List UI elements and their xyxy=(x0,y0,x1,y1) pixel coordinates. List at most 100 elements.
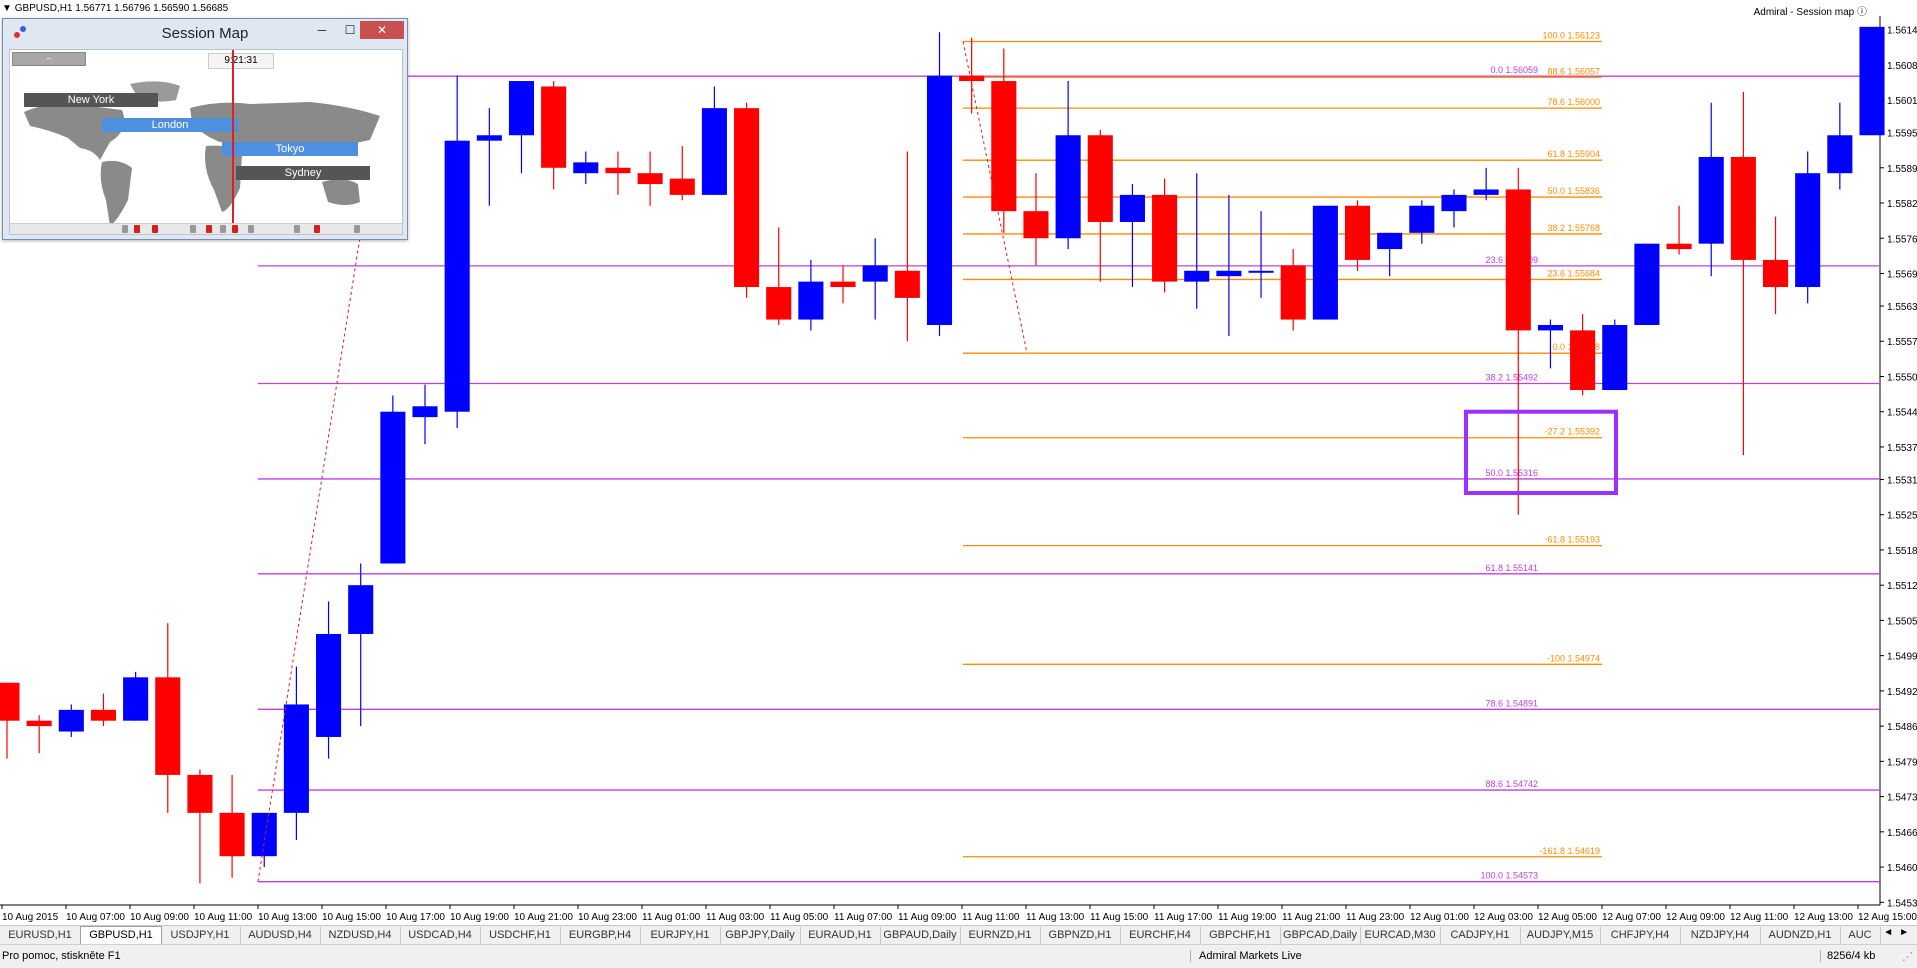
tab-nzdjpy-h4[interactable]: NZDJPY,H4 xyxy=(1680,927,1761,944)
fib-level-label: 100.0 1.56123 xyxy=(1542,30,1600,40)
y-tick-label: 1.54665 xyxy=(1887,828,1917,839)
y-tick-label: 1.54730 xyxy=(1887,793,1917,804)
close-button[interactable]: ✕ xyxy=(360,21,404,39)
tab-gbpaud-daily[interactable]: GBPAUD,Daily xyxy=(880,927,961,944)
candle-body xyxy=(444,140,470,412)
tab-gbpcad-daily[interactable]: GBPCAD,Daily xyxy=(1280,927,1361,944)
tab-audusd-h4[interactable]: AUDUSD,H4 xyxy=(240,927,321,944)
x-tick-label: 10 Aug 23:00 xyxy=(578,912,637,923)
candle-body xyxy=(1827,135,1853,174)
tab-chfjpy-h4[interactable]: CHFJPY,H4 xyxy=(1600,927,1681,944)
fib-level-label: 0.0 1.56059 xyxy=(1490,65,1538,75)
tab-audjpy-m15[interactable]: AUDJPY,M15 xyxy=(1520,927,1601,944)
y-tick-label: 1.55570 xyxy=(1887,337,1917,348)
y-tick-label: 1.55635 xyxy=(1887,302,1917,313)
x-tick-label: 12 Aug 03:00 xyxy=(1474,912,1533,923)
candle-body xyxy=(1280,265,1306,320)
candle-body xyxy=(637,173,663,185)
session-map-titlebar[interactable]: Session Map ─ ☐ ✕ xyxy=(3,19,407,47)
map-minimize-bar[interactable]: – xyxy=(12,52,86,66)
x-tick-label: 11 Aug 05:00 xyxy=(770,912,829,923)
candle-body xyxy=(959,75,985,82)
candle-body xyxy=(155,677,181,775)
session-sydney: Sydney xyxy=(236,166,370,180)
tab-gbpnzd-h1[interactable]: GBPNZD,H1 xyxy=(1040,927,1121,944)
y-tick-label: 1.55055 xyxy=(1887,616,1917,627)
resize-grip-icon[interactable]: ⋰ xyxy=(1902,950,1913,963)
tab-gbpchf-h1[interactable]: GBPCHF,H1 xyxy=(1200,927,1281,944)
candle-body xyxy=(1634,243,1660,325)
x-tick-label: 11 Aug 13:00 xyxy=(1026,912,1085,923)
candle-body xyxy=(123,677,149,721)
y-tick-label: 1.55315 xyxy=(1887,475,1917,486)
fib-level-label: 38.2 1.55492 xyxy=(1485,373,1538,383)
world-map-panel: – 9:21:31 New York London Tokyo Sydney xyxy=(9,49,403,235)
candle-body xyxy=(26,720,52,727)
candle-body xyxy=(1570,330,1596,391)
candle-body xyxy=(830,281,856,288)
fib-level-label: 50.0 1.55836 xyxy=(1547,186,1600,196)
candle-body xyxy=(1055,135,1081,239)
timeline-marker xyxy=(248,225,254,233)
candle-body xyxy=(1698,156,1724,244)
fib-level-label: 38.2 1.55768 xyxy=(1547,223,1600,233)
session-clock: 9:21:31 xyxy=(208,53,274,69)
candle-body xyxy=(1119,194,1145,222)
session-map-window[interactable]: Session Map ─ ☐ ✕ – 9:21:31 New York Lon… xyxy=(2,18,408,240)
candle-body xyxy=(1473,189,1499,195)
tab-eurnzd-h1[interactable]: EURNZD,H1 xyxy=(960,927,1041,944)
tab-eurusd-h1[interactable]: EURUSD,H1 xyxy=(0,927,81,944)
tab-eurjpy-h1[interactable]: EURJPY,H1 xyxy=(640,927,721,944)
y-tick-label: 1.56145 xyxy=(1887,26,1917,37)
current-time-marker xyxy=(232,50,234,234)
trend-line xyxy=(257,205,366,882)
x-tick-label: 10 Aug 15:00 xyxy=(322,912,381,923)
candle-body xyxy=(541,86,567,168)
tab-nzdusd-h4[interactable]: NZDUSD,H4 xyxy=(320,927,401,944)
y-tick-label: 1.55375 xyxy=(1887,443,1917,454)
tab-usdchf-h1[interactable]: USDCHF,H1 xyxy=(480,927,561,944)
candle-body xyxy=(187,774,213,813)
tab-auc[interactable]: AUC xyxy=(1840,927,1881,944)
x-tick-label: 12 Aug 13:00 xyxy=(1794,912,1853,923)
indicator-label: Admiral - Session map ⓘ xyxy=(1754,3,1867,18)
x-tick-label: 10 Aug 13:00 xyxy=(258,912,317,923)
candle-body xyxy=(1859,26,1885,136)
candle-body xyxy=(251,812,277,857)
tab-eurcad-m30[interactable]: EURCAD,M30 xyxy=(1360,927,1441,944)
tab-cadjpy-h1[interactable]: CADJPY,H1 xyxy=(1440,927,1521,944)
x-tick-label: 10 Aug 21:00 xyxy=(514,912,573,923)
help-icon[interactable]: ⓘ xyxy=(1857,7,1867,18)
candle-body xyxy=(1344,205,1371,260)
y-tick-label: 1.54795 xyxy=(1887,757,1917,768)
x-tick-label: 11 Aug 21:00 xyxy=(1282,912,1341,923)
chart-menu-arrow-icon[interactable]: ▼ xyxy=(2,3,12,14)
x-tick-label: 11 Aug 17:00 xyxy=(1154,912,1213,923)
x-tick-label: 10 Aug 19:00 xyxy=(450,912,509,923)
x-tick-label: 11 Aug 15:00 xyxy=(1090,912,1149,923)
candle-body xyxy=(1216,270,1242,277)
tab-audnzd-h1[interactable]: AUDNZD,H1 xyxy=(1760,927,1841,944)
tab-usdjpy-h1[interactable]: USDJPY,H1 xyxy=(160,927,241,944)
minimize-button[interactable]: ─ xyxy=(308,21,336,39)
tab-scroll-arrows[interactable]: ◄► xyxy=(1883,927,1915,938)
tab-usdcad-h4[interactable]: USDCAD,H4 xyxy=(400,927,481,944)
tab-gbpjpy-daily[interactable]: GBPJPY,Daily xyxy=(720,927,801,944)
candle-body xyxy=(1602,324,1628,391)
y-tick-label: 1.54600 xyxy=(1887,863,1917,874)
fib-level-label: 100.0 1.54573 xyxy=(1480,871,1538,881)
tab-eurgbp-h4[interactable]: EURGBP,H4 xyxy=(560,927,641,944)
candle-body xyxy=(1537,324,1563,331)
fib-level-label: 23.6 1.55684 xyxy=(1547,268,1600,278)
candle-body xyxy=(1762,259,1789,288)
fib-level-label: 50.0 1.55316 xyxy=(1485,468,1538,478)
candle-body xyxy=(219,812,245,857)
candle-body xyxy=(348,585,374,634)
symbol-info: ▼ GBPUSD,H1 1.56771 1.56796 1.56590 1.56… xyxy=(2,3,228,14)
candle-body xyxy=(316,633,342,737)
y-tick-label: 1.55890 xyxy=(1887,164,1917,175)
tab-euraud-h1[interactable]: EURAUD,H1 xyxy=(800,927,881,944)
tab-eurchf-h4[interactable]: EURCHF,H4 xyxy=(1120,927,1201,944)
tab-gbpusd-h1[interactable]: GBPUSD,H1 xyxy=(80,926,162,944)
session-tokyo: Tokyo xyxy=(222,142,358,156)
